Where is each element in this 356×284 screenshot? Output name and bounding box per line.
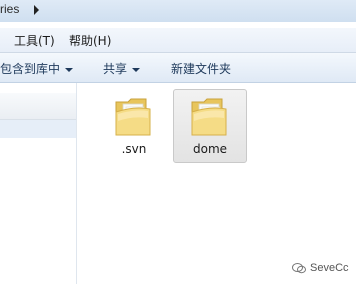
new-folder-button[interactable]: 新建文件夹 (171, 60, 231, 77)
address-path[interactable]: ries (0, 2, 19, 16)
wechat-icon (292, 262, 306, 273)
breadcrumb-arrow-icon[interactable] (34, 5, 39, 15)
explorer-window: ries 工具(T) 帮助(H) 包含到库中 共享 新建文件夹 .svn dom… (0, 0, 356, 284)
menu-bar: 工具(T) 帮助(H) (0, 28, 356, 53)
address-bar[interactable]: ries (0, 0, 356, 22)
file-name: dome (192, 142, 228, 156)
file-list[interactable]: .svn dome (77, 83, 356, 284)
watermark-text: SeveCc (310, 262, 349, 274)
folder-icon (115, 98, 151, 136)
include-in-library-label: 包含到库中 (0, 62, 61, 76)
nav-header[interactable] (0, 93, 76, 120)
menu-help[interactable]: 帮助(H) (69, 32, 111, 49)
file-name: .svn (121, 142, 147, 156)
file-item-dome[interactable]: dome (173, 89, 247, 163)
nav-selected-item[interactable] (0, 120, 76, 138)
new-folder-label: 新建文件夹 (171, 62, 232, 76)
share-button[interactable]: 共享 (103, 60, 141, 77)
file-item-svn[interactable]: .svn (97, 89, 171, 163)
include-in-library-button[interactable]: 包含到库中 (0, 60, 74, 77)
chevron-down-icon (65, 67, 74, 72)
folder-icon (191, 98, 227, 136)
watermark: SeveCc (292, 262, 349, 274)
navigation-pane[interactable] (0, 83, 77, 284)
command-bar: 包含到库中 共享 新建文件夹 (0, 53, 356, 83)
chevron-down-icon (132, 67, 141, 72)
share-label: 共享 (103, 62, 128, 76)
menu-tools[interactable]: 工具(T) (14, 32, 55, 49)
